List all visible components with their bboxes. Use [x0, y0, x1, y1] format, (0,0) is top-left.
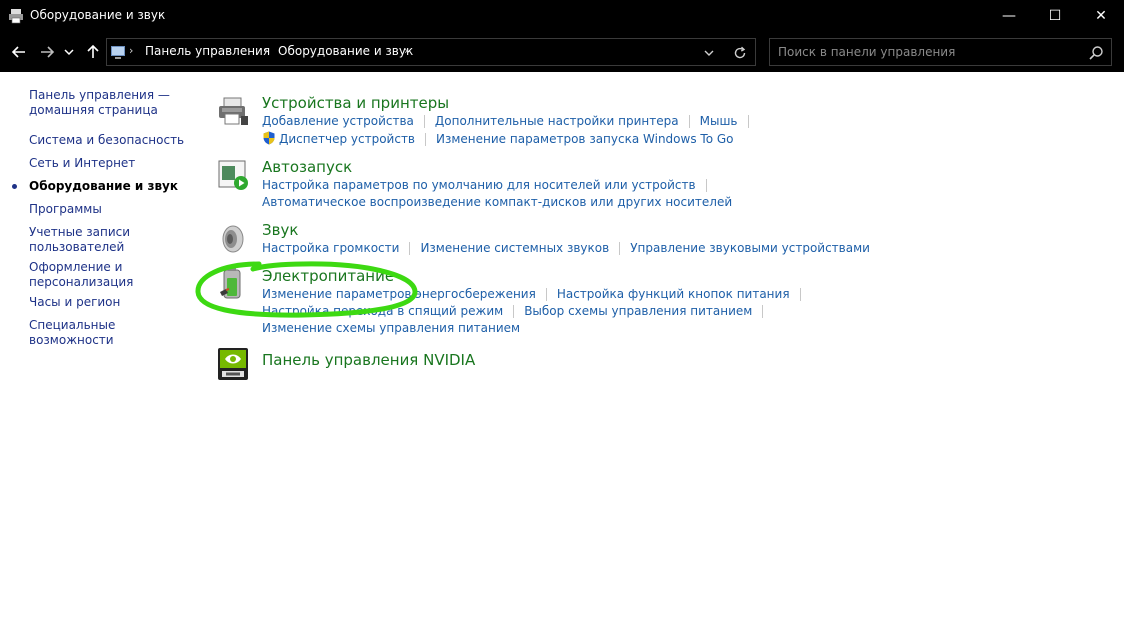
title-bar: Оборудование и звук — ☐ ✕ [0, 0, 1124, 32]
chevron-down-icon [64, 49, 74, 56]
close-button[interactable]: ✕ [1078, 0, 1124, 32]
category-nvidia: Панель управления NVIDIA [216, 347, 1096, 383]
link-row: Изменение параметров энергосбережения Нас… [262, 287, 811, 301]
link-add-device[interactable]: Добавление устройства [262, 114, 414, 128]
category-power: Электропитание Изменение параметров энер… [216, 267, 1096, 337]
category-title-power[interactable]: Электропитание [262, 267, 394, 285]
link-row: Диспетчер устройств Изменение параметров … [262, 131, 733, 146]
divider [762, 305, 764, 318]
divider [619, 242, 621, 255]
link-default-media-settings[interactable]: Настройка параметров по умолчанию для но… [262, 178, 696, 192]
link-volume[interactable]: Настройка громкости [262, 241, 399, 255]
link-sound-devices[interactable]: Управление звуковыми устройствами [630, 241, 870, 255]
divider [705, 179, 707, 192]
forward-button[interactable] [36, 41, 58, 63]
category-title-autoplay[interactable]: Автозапуск [262, 158, 352, 176]
breadcrumb-separator[interactable]: › [404, 44, 408, 57]
category-autoplay: Автозапуск Настройка параметров по умолч… [216, 158, 1096, 214]
sidebar-item-user-accounts[interactable]: Учетные записи пользователей [29, 225, 149, 255]
link-row: Настройка параметров по умолчанию для но… [262, 178, 717, 192]
up-button[interactable] [82, 41, 104, 63]
printer-icon [219, 97, 248, 125]
link-autoplay-cd[interactable]: Автоматическое воспроизведение компакт-д… [262, 195, 732, 209]
link-system-sounds[interactable]: Изменение системных звуков [420, 241, 609, 255]
breadcrumb-control-panel[interactable]: Панель управления [145, 44, 270, 58]
sidebar-item-system-security[interactable]: Система и безопасность [29, 133, 194, 148]
back-button[interactable] [8, 41, 30, 63]
active-indicator [12, 184, 17, 189]
link-windows-to-go[interactable]: Изменение параметров запуска Windows To … [436, 132, 733, 146]
sidebar-item-hardware-sound[interactable]: Оборудование и звук [29, 179, 194, 194]
divider [747, 115, 749, 128]
link-row: Добавление устройства Дополнительные наст… [262, 114, 759, 128]
search-input[interactable] [770, 39, 1080, 65]
speaker-icon [222, 225, 244, 253]
category-sound: Звук Настройка громкости Изменение систем… [216, 221, 1096, 261]
link-row: Настройка перехода в спящий режим Выбор с… [262, 304, 773, 318]
breadcrumb-separator[interactable]: › [264, 44, 268, 57]
sidebar-item-programs[interactable]: Программы [29, 202, 194, 217]
address-bar[interactable]: › Панель управления › Оборудование и зву… [106, 38, 756, 66]
arrow-up-icon [87, 44, 99, 58]
search-icon[interactable] [1088, 45, 1104, 61]
divider [425, 133, 427, 146]
sidebar: Панель управления — домашняя страница Си… [0, 72, 200, 634]
refresh-button[interactable] [733, 42, 747, 64]
link-power-saving[interactable]: Изменение параметров энергосбережения [262, 287, 536, 301]
divider [409, 242, 411, 255]
sidebar-item-clock-region[interactable]: Часы и регион [29, 295, 194, 310]
link-edit-power-plan[interactable]: Изменение схемы управления питанием [262, 321, 520, 335]
link-power-buttons[interactable]: Настройка функций кнопок питания [557, 287, 790, 301]
breadcrumb-hardware-sound[interactable]: Оборудование и звук [278, 44, 413, 58]
refresh-icon [734, 46, 746, 59]
maximize-button[interactable]: ☐ [1032, 0, 1078, 32]
recent-locations-button[interactable] [62, 41, 76, 63]
link-row: Автоматическое воспроизведение компакт-д… [262, 195, 732, 209]
sidebar-item-home[interactable]: Панель управления — домашняя страница [29, 88, 194, 118]
divider [545, 288, 547, 301]
link-choose-power-plan[interactable]: Выбор схемы управления питанием [524, 304, 752, 318]
nvidia-icon [218, 348, 248, 380]
divider [688, 115, 690, 128]
category-devices-printers: Устройства и принтеры Добавление устройс… [216, 94, 1096, 154]
search-box[interactable] [769, 38, 1112, 66]
divider [423, 115, 425, 128]
shield-icon [263, 131, 275, 145]
link-mouse[interactable]: Мышь [700, 114, 738, 128]
address-dropdown-button[interactable] [703, 43, 715, 62]
window-title: Оборудование и звук [30, 8, 166, 22]
control-panel-icon [111, 46, 125, 59]
autoplay-icon [218, 160, 248, 190]
category-title-nvidia[interactable]: Панель управления NVIDIA [262, 351, 475, 369]
link-sleep-settings[interactable]: Настройка перехода в спящий режим [262, 304, 503, 318]
link-row: Настройка громкости Изменение системных з… [262, 241, 870, 255]
minimize-button[interactable]: — [986, 0, 1032, 32]
chevron-down-icon [704, 50, 714, 56]
sidebar-item-accessibility[interactable]: Специальные возможности [29, 318, 194, 348]
navigation-bar: › Панель управления › Оборудование и зву… [0, 32, 1124, 72]
battery-icon [220, 268, 241, 299]
printer-icon [9, 9, 23, 24]
link-device-manager[interactable]: Диспетчер устройств [279, 132, 415, 146]
link-printer-settings[interactable]: Дополнительные настройки принтера [435, 114, 679, 128]
category-title-devices-printers[interactable]: Устройства и принтеры [262, 94, 449, 112]
sidebar-item-network[interactable]: Сеть и Интернет [29, 156, 194, 171]
arrow-right-icon [41, 46, 55, 58]
divider [513, 305, 515, 318]
breadcrumb-separator: › [129, 44, 134, 57]
link-row: Изменение схемы управления питанием [262, 321, 520, 335]
divider [799, 288, 801, 301]
sidebar-item-appearance[interactable]: Оформление и персонализация [29, 260, 139, 290]
category-title-sound[interactable]: Звук [262, 221, 298, 239]
arrow-left-icon [11, 46, 25, 58]
